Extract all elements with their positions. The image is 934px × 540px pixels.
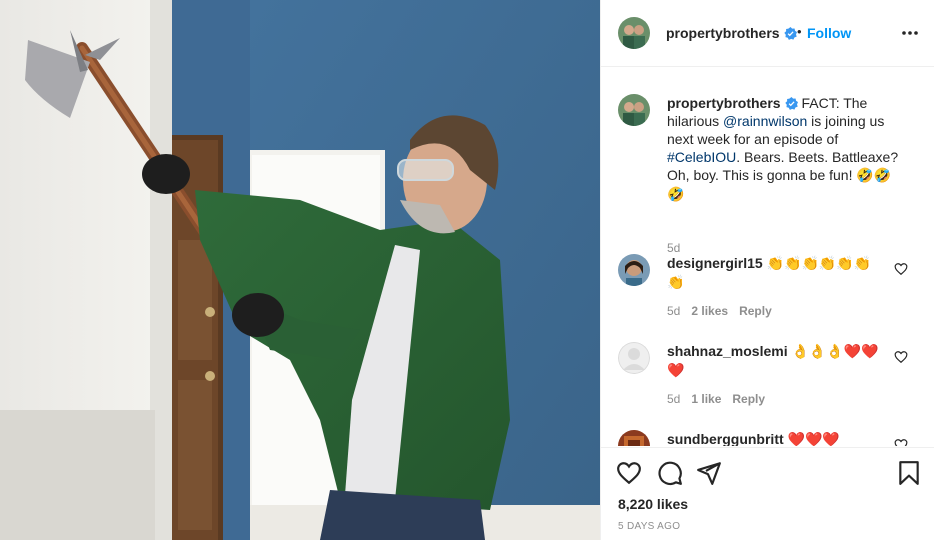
commenter-avatar[interactable] xyxy=(618,342,650,374)
more-options-icon[interactable] xyxy=(901,22,919,44)
comment-text: sundberggunbritt ❤️❤️❤️ xyxy=(667,430,887,446)
comment-text: designergirl15 👏👏👏👏👏👏👏 xyxy=(667,254,887,292)
comment-time[interactable]: 5d xyxy=(667,304,680,318)
commenter-username[interactable]: designergirl15 xyxy=(667,255,763,271)
caption-username[interactable]: propertybrothers xyxy=(667,95,781,111)
comment-body: ❤️❤️❤️ xyxy=(787,432,840,446)
author-username[interactable]: propertybrothers xyxy=(666,25,797,41)
post-date[interactable]: 5 DAYS AGO xyxy=(618,521,680,532)
bookmark-icon[interactable] xyxy=(896,460,922,486)
comment-text: shahnaz_moslemi 👌👌👌❤️❤️❤️ xyxy=(667,342,887,380)
comment-meta: 5d 1 like Reply xyxy=(667,392,776,406)
commenter-username[interactable]: shahnaz_moslemi xyxy=(667,343,788,359)
comment-likes[interactable]: 1 like xyxy=(691,392,721,406)
caption-text: propertybrothers FACT: The hilarious @ra… xyxy=(667,94,907,204)
mention-link[interactable]: @rainnwilson xyxy=(723,113,807,129)
like-comment-heart-icon[interactable] xyxy=(894,262,908,276)
like-comment-heart-icon[interactable] xyxy=(894,350,908,364)
heart-icon[interactable] xyxy=(616,460,642,486)
author-avatar[interactable] xyxy=(618,17,650,49)
reply-button[interactable]: Reply xyxy=(739,304,772,318)
post-actions: 8,220 likes 5 DAYS AGO xyxy=(601,447,934,540)
separator-dot: • xyxy=(797,24,802,39)
commenter-avatar[interactable] xyxy=(618,254,650,286)
caption-timestamp[interactable]: 5d xyxy=(667,241,680,255)
post-photo xyxy=(0,0,600,540)
comment-time[interactable]: 5d xyxy=(667,392,680,406)
hashtag-link[interactable]: #CelebIOU xyxy=(667,149,736,165)
likes-count[interactable]: 8,220 likes xyxy=(618,496,688,512)
post-header: propertybrothers • Follow xyxy=(601,0,934,67)
reply-button[interactable]: Reply xyxy=(732,392,765,406)
verified-badge-icon xyxy=(784,97,798,110)
caption-avatar[interactable] xyxy=(618,94,650,126)
commenter-username[interactable]: sundberggunbritt xyxy=(667,431,784,446)
photo-illustration xyxy=(0,0,600,540)
follow-button[interactable]: Follow xyxy=(807,25,851,41)
verified-badge-icon xyxy=(783,27,797,40)
commenter-avatar[interactable] xyxy=(618,430,650,446)
comment-meta: 5d 2 likes Reply xyxy=(667,304,783,318)
post-panel: propertybrothers • Follow propertybrothe… xyxy=(600,0,934,540)
share-icon[interactable] xyxy=(696,460,722,486)
comments-scroll[interactable]: propertybrothers FACT: The hilarious @ra… xyxy=(601,68,934,446)
comment-icon[interactable] xyxy=(657,460,683,486)
author-username-text[interactable]: propertybrothers xyxy=(666,25,780,41)
like-comment-heart-icon[interactable] xyxy=(894,438,908,446)
comment-likes[interactable]: 2 likes xyxy=(691,304,728,318)
